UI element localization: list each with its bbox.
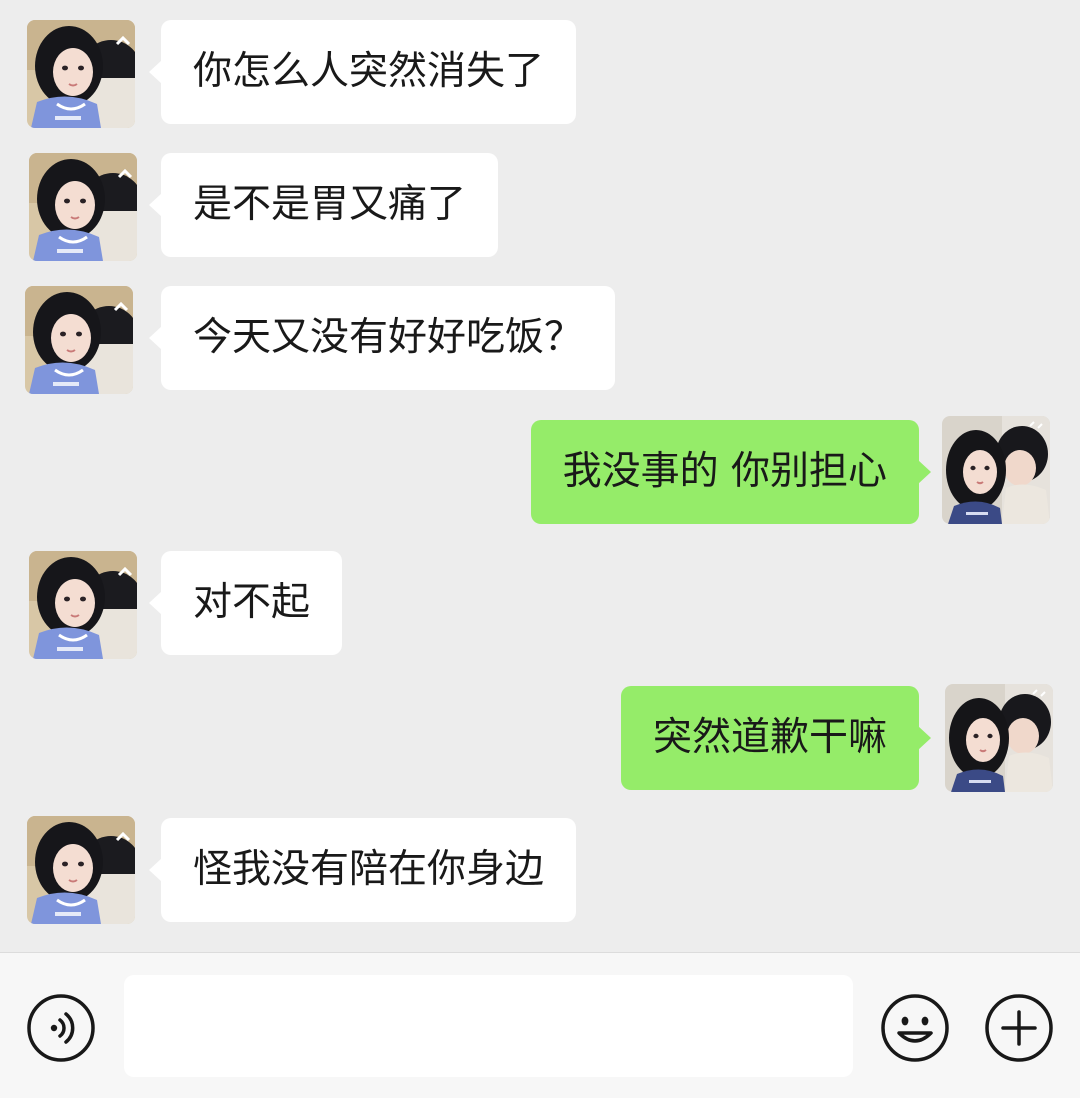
chat-area: 你怎么人突然消失了 是不是胃又痛了 今天又没有好好吃饭？ 我没事的 你别担心 对… [0, 0, 1080, 952]
contact-avatar[interactable] [29, 153, 137, 261]
plus-icon[interactable] [984, 993, 1054, 1063]
incoming-message-bubble[interactable]: 是不是胃又痛了 [148, 153, 499, 257]
contact-avatar[interactable] [29, 551, 137, 659]
incoming-message-bubble[interactable]: 对不起 [148, 551, 343, 655]
message-row: 你怎么人突然消失了 [0, 20, 1080, 128]
contact-avatar[interactable] [27, 816, 135, 924]
message-row: 我没事的 你别担心 [0, 418, 1080, 526]
message-row: 对不起 [0, 551, 1080, 659]
outgoing-message-bubble[interactable]: 我没事的 你别担心 [530, 420, 932, 524]
contact-avatar[interactable] [25, 286, 133, 394]
message-row: 怪我没有陪在你身边 [0, 816, 1080, 924]
emoji-icon[interactable] [880, 993, 950, 1063]
message-row: 突然道歉干嘛 [0, 684, 1080, 792]
outgoing-message-bubble[interactable]: 突然道歉干嘛 [620, 686, 932, 790]
incoming-message-bubble[interactable]: 今天又没有好好吃饭？ [148, 286, 616, 390]
message-input[interactable] [124, 975, 853, 1077]
incoming-message-bubble[interactable]: 怪我没有陪在你身边 [148, 818, 577, 922]
contact-avatar[interactable] [27, 20, 135, 128]
my-avatar[interactable] [945, 684, 1053, 792]
incoming-message-bubble[interactable]: 你怎么人突然消失了 [148, 20, 577, 124]
composer-bar [0, 952, 1080, 1098]
my-avatar[interactable] [942, 416, 1050, 524]
message-row: 今天又没有好好吃饭？ [0, 286, 1080, 394]
message-row: 是不是胃又痛了 [0, 153, 1080, 261]
voice-icon[interactable] [26, 993, 96, 1063]
